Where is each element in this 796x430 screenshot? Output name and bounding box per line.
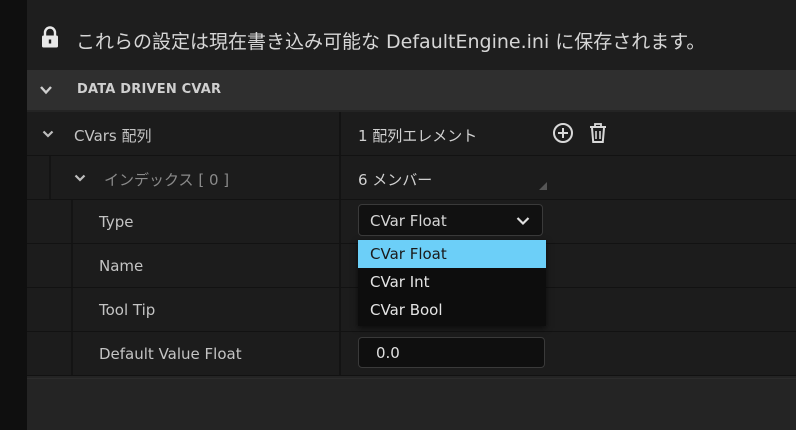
column-divider[interactable] [339,200,341,243]
column-divider[interactable] [339,156,341,199]
default-value-text: 0.0 [376,344,400,362]
dropdown-option-cvar-float[interactable]: CVar Float [358,240,546,268]
resize-grip-icon[interactable] [539,182,547,190]
config-notice-text: これらの設定は現在書き込み可能な DefaultEngine.ini に保存され… [76,31,706,53]
type-combo-value: CVar Float [370,212,447,230]
column-divider[interactable] [339,112,341,155]
property-row-cvars: CVars 配列 1 配列エレメント [27,112,796,156]
property-row-index: インデックス [ 0 ] 6 メンバー [27,156,796,200]
panel-empty-area [27,378,796,430]
column-divider[interactable] [339,288,341,331]
index-label: インデックス [ 0 ] [104,171,230,189]
dropdown-option-cvar-bool[interactable]: CVar Bool [358,296,546,324]
default-value-label: Default Value Float [99,345,242,363]
chevron-down-icon[interactable] [516,215,530,227]
indent-guide [49,244,73,287]
column-divider[interactable] [339,332,341,375]
trash-icon[interactable] [587,122,609,144]
add-element-icon[interactable] [552,122,574,144]
indent-guide [27,332,51,375]
editor-window: これらの設定は現在書き込み可能な DefaultEngine.ini に保存され… [0,0,796,430]
config-notice-bar: これらの設定は現在書き込み可能な DefaultEngine.ini に保存され… [27,0,796,70]
section-title: DATA DRIVEN CVAR [77,82,222,97]
name-label: Name [99,257,144,275]
type-combo-box[interactable]: CVar Float [358,204,543,236]
index-members: 6 メンバー [358,171,433,189]
cvars-count: 1 配列エレメント [358,127,478,145]
indent-guide [27,200,51,243]
dropdown-option-cvar-int[interactable]: CVar Int [358,268,546,296]
indent-guide [49,332,73,375]
chevron-down-icon[interactable] [39,83,53,97]
type-dropdown-menu: CVar Float CVar Int CVar Bool [358,240,546,326]
type-label: Type [99,213,134,231]
cvars-label: CVars 配列 [74,127,152,145]
default-value-input[interactable]: 0.0 [358,337,545,368]
chevron-down-icon[interactable] [74,172,86,184]
indent-guide [49,288,73,331]
section-header-data-driven-cvar[interactable]: DATA DRIVEN CVAR [27,70,796,110]
column-divider[interactable] [339,244,341,287]
property-row-type: Type CVar Float [27,200,796,244]
indent-guide [27,244,51,287]
indent-guide [49,200,73,243]
property-row-default-value: Default Value Float 0.0 [27,332,796,376]
indent-guide [27,156,51,199]
lock-icon [42,26,58,48]
project-settings-panel: これらの設定は現在書き込み可能な DefaultEngine.ini に保存され… [27,0,796,430]
indent-guide [27,288,51,331]
tooltip-label: Tool Tip [99,301,156,319]
chevron-down-icon[interactable] [42,128,54,140]
left-edge-strip [0,0,27,430]
